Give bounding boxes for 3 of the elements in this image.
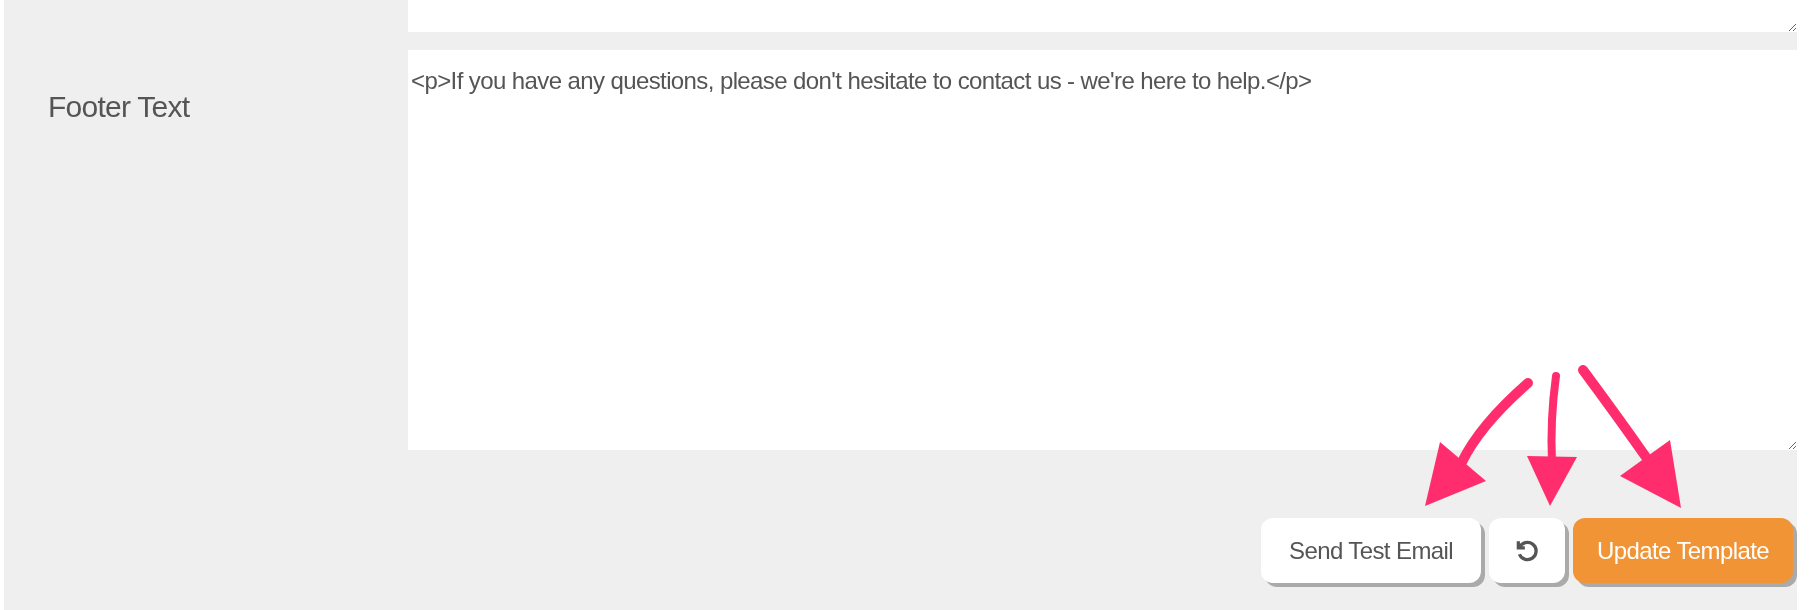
text-area[interactable]: <p>If you have any questions, please don't hesitate to contact us - we're here to help.</p> (408, 50, 1797, 450)
input-field[interactable] (408, 0, 1797, 32)
field-label: Footer Text (48, 90, 190, 123)
